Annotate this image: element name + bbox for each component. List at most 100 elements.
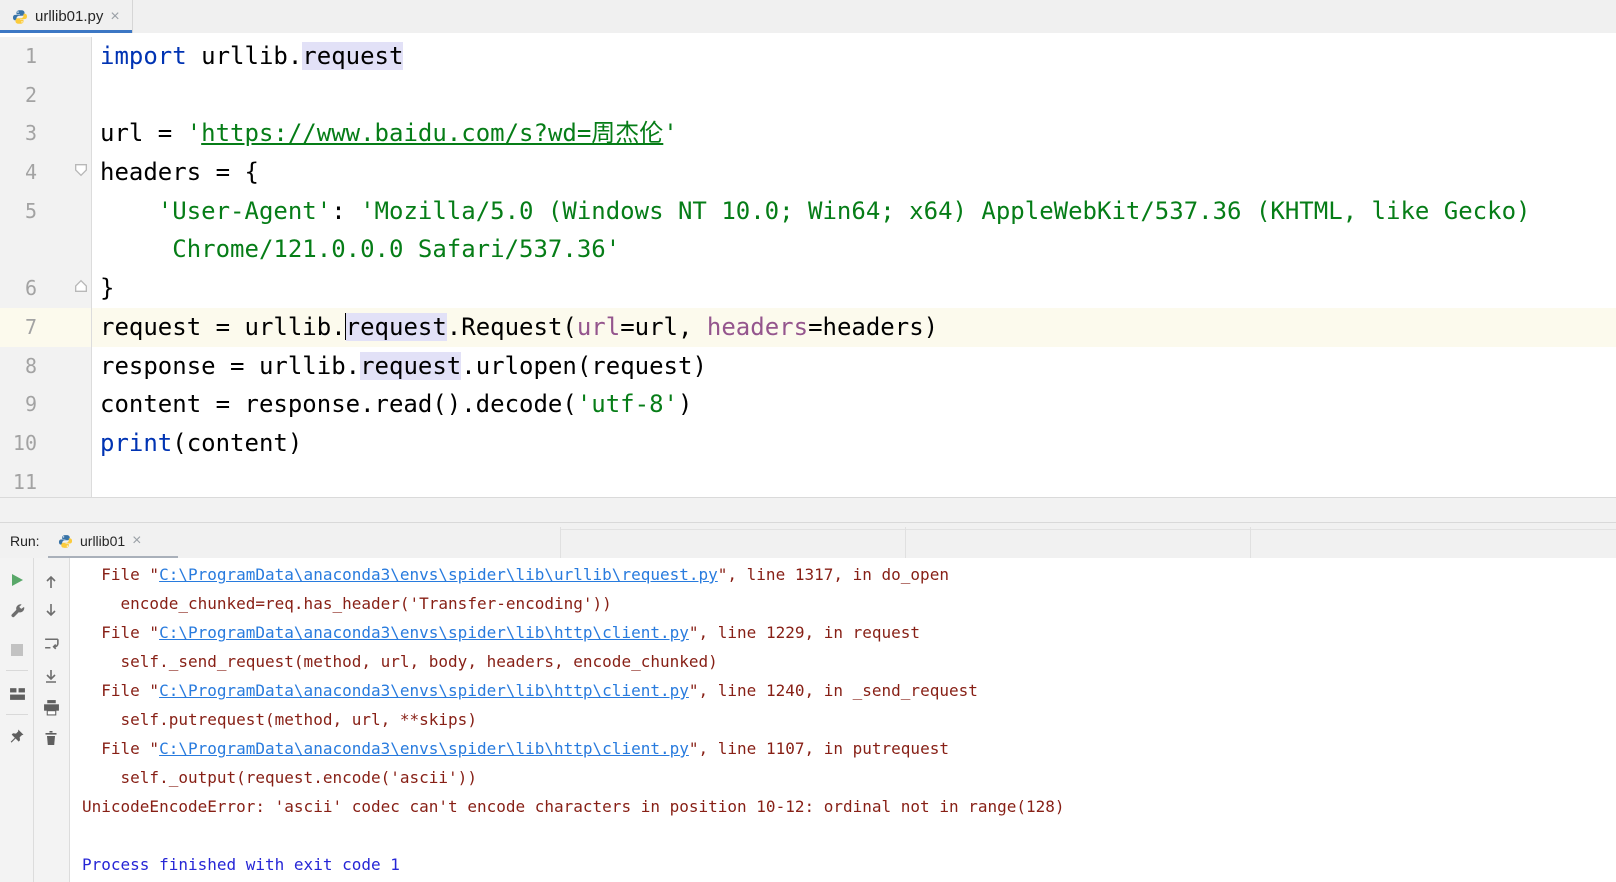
console-line: self._output(request.encode('ascii')) — [82, 763, 1616, 792]
soft-wrap-icon[interactable] — [39, 631, 63, 655]
console-text-segment: ", line 1107, in putrequest — [688, 739, 949, 758]
run-tab-urllib01[interactable]: urllib01 × — [48, 523, 178, 559]
gutter-cell[interactable]: 3 — [0, 114, 92, 154]
code-line-text: content = response.read().decode('utf-8'… — [92, 385, 692, 424]
code-segment: 'utf-8' — [576, 390, 678, 419]
code-line[interactable]: 10 print(content) — [0, 423, 1616, 463]
header-divider-line — [560, 529, 1616, 530]
console-line: File "C:\ProgramData\anaconda3\envs\spid… — [82, 560, 1616, 589]
line-number: 10 — [12, 430, 37, 455]
code-segment: headers — [706, 312, 809, 341]
stacktrace-file-link[interactable]: C:\ProgramData\anaconda3\envs\spider\lib… — [159, 681, 689, 700]
code-line-text: print(content) — [92, 424, 302, 463]
gutter-cell[interactable]: 11 — [0, 462, 92, 497]
code-segment: request — [302, 42, 404, 70]
toolbar-separator — [6, 714, 28, 715]
code-segment: } — [100, 274, 115, 303]
code-line-text: } — [92, 269, 114, 308]
line-number: 9 — [24, 392, 37, 417]
pin-icon[interactable] — [5, 724, 29, 748]
gutter-cell[interactable]: 4 — [0, 153, 92, 192]
code-line[interactable]: 7 request = urllib.request.Request(url=ur… — [0, 307, 1616, 347]
up-stacktrace-icon[interactable] — [39, 570, 63, 594]
stacktrace-file-link[interactable]: C:\ProgramData\anaconda3\envs\spider\lib… — [159, 623, 689, 642]
gutter-cell[interactable] — [0, 230, 92, 270]
fold-marker-down-icon[interactable] — [73, 162, 89, 178]
code-line-text: response = urllib.request.urlopen(reques… — [92, 347, 707, 386]
code-segment: import — [100, 42, 187, 70]
python-file-icon — [58, 534, 73, 549]
code-segment: request = urllib. — [100, 312, 346, 341]
editor-tab-label: urllib01.py — [35, 8, 104, 25]
print-icon[interactable] — [39, 695, 63, 719]
editor-tab-urllib01[interactable]: urllib01.py × — [0, 0, 133, 33]
code-line[interactable]: 9 content = response.read().decode('utf-8… — [0, 385, 1616, 424]
pycharm-window: urllib01.py × 1 import urllib.request 2 3 ur… — [0, 0, 1616, 882]
code-line[interactable]: 3 url = 'https://www.baidu.com/s?wd=周杰伦' — [0, 114, 1616, 154]
console-line: File "C:\ProgramData\anaconda3\envs\spid… — [82, 618, 1616, 647]
stacktrace-file-link[interactable]: C:\ProgramData\anaconda3\envs\spider\lib… — [159, 739, 689, 758]
gutter-cell[interactable]: 10 — [0, 423, 92, 463]
console-text-segment: self._send_request(method, url, body, he… — [82, 652, 718, 671]
code-line[interactable]: 11 — [0, 462, 1616, 497]
code-segment: =headers) — [808, 312, 939, 341]
line-number: 2 — [24, 82, 37, 107]
console-text-segment: ", line 1317, in do_open — [717, 565, 949, 584]
gutter-cell[interactable]: 7 — [0, 307, 92, 347]
down-stacktrace-icon[interactable] — [39, 598, 63, 622]
code-segment: =url, — [620, 312, 707, 341]
code-segment: request — [360, 351, 462, 380]
code-line[interactable]: 4 headers = { — [0, 153, 1616, 192]
console-line: UnicodeEncodeError: 'ascii' codec can't … — [82, 792, 1616, 821]
code-line-text — [92, 463, 100, 497]
run-tab-close-icon[interactable]: × — [132, 533, 141, 549]
line-number: 1 — [24, 44, 37, 68]
gutter-cell[interactable]: 5 — [0, 191, 92, 231]
editor-tab-close-icon[interactable]: × — [110, 8, 119, 25]
gutter-cell[interactable]: 8 — [0, 346, 92, 386]
code-segment: Chrome/121.0.0.0 Safari/537.36' — [172, 235, 621, 264]
code-editor[interactable]: 1 import urllib.request 2 3 url = 'https://w… — [0, 33, 1616, 497]
code-segment: (content) — [172, 428, 303, 457]
fold-marker-up-icon[interactable] — [73, 278, 89, 294]
code-segment: ' — [663, 119, 678, 148]
stop-button-disabled[interactable] — [5, 638, 29, 662]
clear-all-trash-icon[interactable] — [39, 726, 63, 750]
run-panel-title: Run: — [10, 533, 40, 549]
line-number: 7 — [24, 314, 37, 339]
code-line[interactable]: 8 response = urllib.request.urlopen(reque… — [0, 346, 1616, 386]
code-segment: url — [576, 312, 621, 341]
editor-runpanel-divider[interactable] — [0, 497, 1616, 523]
code-segment: urllib. — [186, 42, 303, 70]
code-line-text — [92, 76, 100, 115]
code-line[interactable]: 5 'User-Agent': 'Mozilla/5.0 (Windows NT… — [0, 191, 1616, 231]
line-number: 3 — [24, 121, 37, 146]
rerun-button[interactable] — [5, 568, 29, 592]
code-line[interactable]: 6} — [0, 269, 1616, 308]
console-line: File "C:\ProgramData\anaconda3\envs\spid… — [82, 676, 1616, 705]
code-line-text: headers = { — [92, 153, 259, 192]
code-line[interactable]: 1 import urllib.request — [0, 37, 1616, 76]
restore-layout-icon[interactable] — [5, 681, 29, 705]
run-tab-label: urllib01 — [80, 533, 126, 549]
console-text-segment: File " — [82, 623, 160, 642]
gutter-cell[interactable]: 2 — [0, 75, 92, 115]
scroll-to-end-icon[interactable] — [39, 664, 63, 688]
code-line-text: 'User-Agent': 'Mozilla/5.0 (Windows NT 1… — [92, 192, 1531, 231]
gutter-cell[interactable]: 1 — [0, 37, 92, 76]
code-segment: response = urllib. — [100, 351, 361, 380]
gutter-cell[interactable]: 9 — [0, 385, 92, 424]
code-line[interactable]: Chrome/121.0.0.0 Safari/537.36' — [0, 230, 1616, 270]
code-segment: 'User-Agent' — [157, 196, 332, 225]
code-segment: content = response.read().decode( — [100, 390, 577, 419]
line-number: 11 — [12, 469, 37, 494]
code-line-text: import urllib.request — [92, 37, 404, 76]
code-segment: .Request( — [446, 312, 577, 341]
gutter-cell[interactable]: 6 — [0, 269, 92, 308]
code-segment: .urlopen(request) — [461, 351, 707, 380]
settings-wrench-icon[interactable] — [5, 598, 29, 622]
code-segment: : — [331, 196, 361, 225]
code-line[interactable]: 2 — [0, 75, 1616, 115]
stacktrace-file-link[interactable]: C:\ProgramData\anaconda3\envs\spider\lib… — [159, 565, 718, 584]
